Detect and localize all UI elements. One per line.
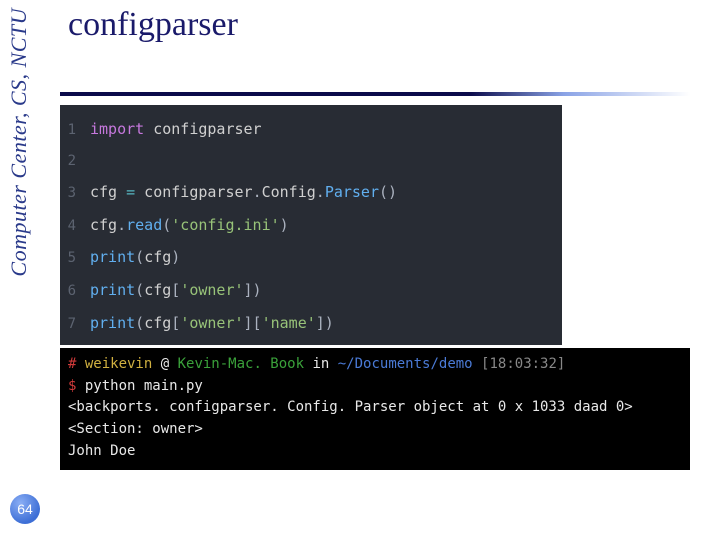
code-text: print(cfg['owner'])	[90, 276, 262, 305]
code-line: 6print(cfg['owner'])	[60, 274, 562, 307]
code-line: 4cfg.read('config.ini')	[60, 209, 562, 242]
code-line: 3cfg = configparser.Config.Parser()	[60, 176, 562, 209]
line-number: 7	[60, 311, 90, 338]
code-text: print(cfg['owner']['name'])	[90, 309, 334, 338]
code-text: cfg.read('config.ini')	[90, 211, 289, 240]
terminal-output: # weikevin @ Kevin-Mac. Book in ~/Docume…	[60, 348, 690, 470]
code-block: 1import configparser23cfg = configparser…	[60, 105, 562, 345]
code-text: print(cfg)	[90, 243, 180, 272]
line-number: 3	[60, 180, 90, 207]
code-line: 5print(cfg)	[60, 241, 562, 274]
code-line: 7print(cfg['owner']['name'])	[60, 307, 562, 340]
terminal-line: # weikevin @ Kevin-Mac. Book in ~/Docume…	[68, 354, 682, 376]
title-divider	[60, 92, 690, 96]
terminal-line: <backports. configparser. Config. Parser…	[68, 397, 682, 419]
line-number: 5	[60, 245, 90, 272]
line-number: 4	[60, 213, 90, 240]
sidebar-org-label: Computer Center, CS, NCTU	[6, 8, 32, 277]
line-number: 6	[60, 278, 90, 305]
line-number: 2	[60, 148, 90, 175]
slide-title: configparser	[68, 6, 238, 44]
terminal-line: <Section: owner>	[68, 419, 682, 441]
code-text: cfg = configparser.Config.Parser()	[90, 178, 397, 207]
code-text: import configparser	[90, 115, 262, 144]
code-line: 2	[60, 146, 562, 177]
code-line: 1import configparser	[60, 113, 562, 146]
line-number: 1	[60, 117, 90, 144]
page-number: 64	[17, 501, 33, 517]
slide: Computer Center, CS, NCTU configparser 1…	[0, 0, 720, 540]
terminal-line: John Doe	[68, 441, 682, 463]
terminal-line: $ python main.py	[68, 376, 682, 398]
page-number-badge: 64	[10, 494, 40, 524]
